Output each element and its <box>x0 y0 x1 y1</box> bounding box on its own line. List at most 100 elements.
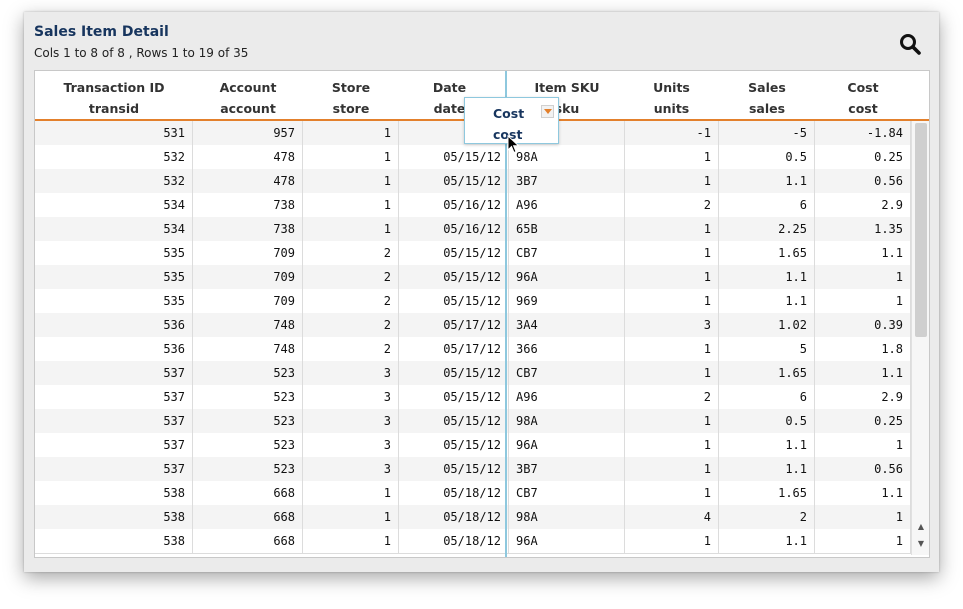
cell-sales[interactable]: 0.5 <box>719 409 815 433</box>
cell-sku[interactable]: 96A <box>509 433 625 457</box>
table-row[interactable]: 536 748 2 05/17/12 366 1 5 1.8 <box>35 337 911 362</box>
cell-store[interactable]: 1 <box>303 529 399 553</box>
cell-store[interactable]: 3 <box>303 433 399 457</box>
table-row[interactable]: 532 478 1 05/15/12 3B7 1 1.1 0.56 <box>35 169 911 194</box>
cell-units[interactable]: 1 <box>625 457 719 481</box>
scrollbar-thumb[interactable] <box>915 123 927 337</box>
cell-date[interactable]: 05/15/12 <box>399 409 509 433</box>
cell-date[interactable]: 05/15/12 <box>399 361 509 385</box>
cell-transid[interactable]: 537 <box>35 433 193 457</box>
cell-units[interactable]: 1 <box>625 265 719 289</box>
cell-units[interactable]: 1 <box>625 481 719 505</box>
cell-units[interactable]: 4 <box>625 505 719 529</box>
cell-cost[interactable]: 0.25 <box>815 145 911 169</box>
column-header-transid[interactable]: Transaction ID transid <box>35 71 193 119</box>
cell-units[interactable]: -1 <box>625 121 719 145</box>
cell-transid[interactable]: 535 <box>35 241 193 265</box>
cell-store[interactable]: 3 <box>303 361 399 385</box>
cell-sales[interactable]: 1.1 <box>719 265 815 289</box>
cell-account[interactable]: 957 <box>193 121 303 145</box>
cell-sales[interactable]: 1.1 <box>719 433 815 457</box>
cell-store[interactable]: 3 <box>303 385 399 409</box>
cell-cost[interactable]: 1.1 <box>815 241 911 265</box>
cell-transid[interactable]: 532 <box>35 145 193 169</box>
cell-units[interactable]: 1 <box>625 241 719 265</box>
cell-account[interactable]: 709 <box>193 289 303 313</box>
table-row[interactable]: 535 709 2 05/15/12 96A 1 1.1 1 <box>35 265 911 290</box>
cell-date[interactable]: 05/17/12 <box>399 313 509 337</box>
column-header-cost[interactable]: Cost cost <box>815 71 911 119</box>
column-menu-dropdown-icon[interactable] <box>541 105 554 118</box>
cell-date[interactable]: 05/15/12 <box>399 145 509 169</box>
cell-date[interactable]: 05/17/12 <box>399 337 509 361</box>
cell-sku[interactable]: 98A <box>509 505 625 529</box>
cell-account[interactable]: 523 <box>193 385 303 409</box>
table-row[interactable]: 532 478 1 05/15/12 98A 1 0.5 0.25 <box>35 145 911 170</box>
cell-account[interactable]: 478 <box>193 169 303 193</box>
cell-sales[interactable]: 1.02 <box>719 313 815 337</box>
cell-transid[interactable]: 534 <box>35 193 193 217</box>
cell-sku[interactable]: 969 <box>509 289 625 313</box>
table-row[interactable]: 534 738 1 05/16/12 65B 1 2.25 1.35 <box>35 217 911 242</box>
cell-sales[interactable]: 6 <box>719 193 815 217</box>
cell-sales[interactable]: -5 <box>719 121 815 145</box>
cell-transid[interactable]: 535 <box>35 289 193 313</box>
cell-store[interactable]: 1 <box>303 121 399 145</box>
cell-date[interactable]: 05/15/12 <box>399 241 509 265</box>
cell-transid[interactable]: 531 <box>35 121 193 145</box>
table-row[interactable]: 534 738 1 05/16/12 A96 2 6 2.9 <box>35 193 911 218</box>
cell-date[interactable]: 05/16/12 <box>399 193 509 217</box>
cell-cost[interactable]: 1.1 <box>815 361 911 385</box>
cell-sku[interactable]: CB7 <box>509 481 625 505</box>
cell-account[interactable]: 748 <box>193 313 303 337</box>
cell-transid[interactable]: 534 <box>35 217 193 241</box>
cell-sku[interactable]: 3B7 <box>509 457 625 481</box>
cell-date[interactable]: 05/15/12 <box>399 385 509 409</box>
cell-cost[interactable]: 0.56 <box>815 457 911 481</box>
cell-units[interactable]: 1 <box>625 409 719 433</box>
cell-date[interactable]: 05/18/12 <box>399 505 509 529</box>
cell-account[interactable]: 478 <box>193 145 303 169</box>
cell-cost[interactable]: 2.9 <box>815 193 911 217</box>
cell-cost[interactable]: 1.35 <box>815 217 911 241</box>
search-icon[interactable] <box>898 32 922 56</box>
cell-sku[interactable]: CB7 <box>509 361 625 385</box>
cell-sku[interactable]: A96 <box>509 193 625 217</box>
cell-date[interactable]: 05/15/12 <box>399 433 509 457</box>
cell-cost[interactable]: 2.9 <box>815 385 911 409</box>
cell-cost[interactable]: -1.84 <box>815 121 911 145</box>
cell-sales[interactable]: 2.25 <box>719 217 815 241</box>
cell-account[interactable]: 668 <box>193 529 303 553</box>
cell-units[interactable]: 1 <box>625 433 719 457</box>
cell-transid[interactable]: 538 <box>35 481 193 505</box>
table-row[interactable]: 538 668 1 05/18/12 CB7 1 1.65 1.1 <box>35 481 911 506</box>
cell-account[interactable]: 523 <box>193 361 303 385</box>
column-header-units[interactable]: Units units <box>624 71 719 119</box>
cell-sales[interactable]: 5 <box>719 337 815 361</box>
cell-sales[interactable]: 0.5 <box>719 145 815 169</box>
cell-cost[interactable]: 0.39 <box>815 313 911 337</box>
cell-units[interactable]: 1 <box>625 289 719 313</box>
cell-account[interactable]: 748 <box>193 337 303 361</box>
cell-store[interactable]: 1 <box>303 145 399 169</box>
cell-units[interactable]: 1 <box>625 169 719 193</box>
cell-store[interactable]: 1 <box>303 217 399 241</box>
cell-sku[interactable]: 98A <box>509 409 625 433</box>
cell-sales[interactable]: 1.65 <box>719 481 815 505</box>
cell-store[interactable]: 2 <box>303 241 399 265</box>
cell-units[interactable]: 1 <box>625 217 719 241</box>
cell-store[interactable]: 2 <box>303 313 399 337</box>
cell-cost[interactable]: 1 <box>815 289 911 313</box>
cell-sales[interactable]: 1.1 <box>719 289 815 313</box>
cell-sku[interactable]: 366 <box>509 337 625 361</box>
cell-units[interactable]: 3 <box>625 313 719 337</box>
cell-sku[interactable]: 96A <box>509 265 625 289</box>
cell-sales[interactable]: 2 <box>719 505 815 529</box>
cell-store[interactable]: 1 <box>303 481 399 505</box>
cell-cost[interactable]: 1.8 <box>815 337 911 361</box>
cell-date[interactable]: 05/18/12 <box>399 481 509 505</box>
table-row[interactable]: 535 709 2 05/15/12 969 1 1.1 1 <box>35 289 911 314</box>
cell-units[interactable]: 1 <box>625 529 719 553</box>
table-row[interactable]: 537 523 3 05/15/12 A96 2 6 2.9 <box>35 385 911 410</box>
cell-account[interactable]: 668 <box>193 505 303 529</box>
